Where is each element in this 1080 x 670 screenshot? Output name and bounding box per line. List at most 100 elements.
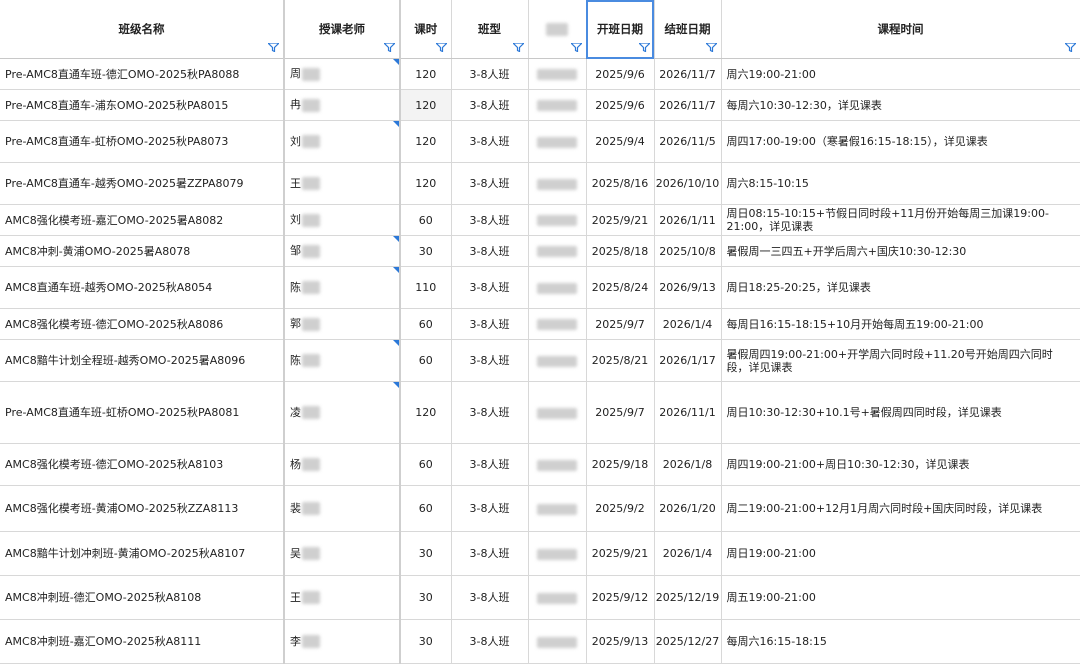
table-row[interactable]: AMC8冲刺班-嘉汇OMO-2025秋A8111 李 30 3-8人班 2025/9/1… [0,619,1080,664]
cell-class-name[interactable]: AMC8直通车班-越秀OMO-2025秋A8054 [0,266,285,309]
table-row[interactable]: AMC8冲刺-黄浦OMO-2025暑A8078 邹 30 3-8人班 2025/8/18… [0,235,1080,267]
cell-redacted[interactable] [528,485,587,532]
cell-teacher[interactable]: 刘 [284,204,401,236]
cell-start-date[interactable]: 2025/9/6 [586,89,655,121]
cell-teacher[interactable]: 李 [284,619,401,664]
cell-hours[interactable]: 60 [400,204,452,236]
header-redacted[interactable] [528,0,587,59]
cell-class-name[interactable]: AMC8黯牛计划冲刺班-黄浦OMO-2025秋A8107 [0,531,285,576]
cell-start-date[interactable]: 2025/9/18 [586,443,655,486]
cell-schedule[interactable]: 周日10:30-12:30+10.1号+暑假周四同时段，详见课表 [721,381,1080,444]
cell-hours[interactable]: 60 [400,308,452,340]
table-row[interactable]: Pre-AMC8直通车-越秀OMO-2025暑ZZPA8079 王 120 3-8人班… [0,162,1080,205]
cell-class-type[interactable]: 3-8人班 [451,381,529,444]
cell-class-name[interactable]: Pre-AMC8直通车班-虹桥OMO-2025秋PA8081 [0,381,285,444]
table-row[interactable]: Pre-AMC8直通车班-德汇OMO-2025秋PA8088 周 120 3-8人班 2… [0,58,1080,90]
cell-hours[interactable]: 120 [400,381,452,444]
cell-end-date[interactable]: 2026/1/4 [654,531,722,576]
cell-schedule[interactable]: 每周日16:15-18:15+10月开始每周五19:00-21:00 [721,308,1080,340]
cell-start-date[interactable]: 2025/9/21 [586,204,655,236]
cell-schedule[interactable]: 周四17:00-19:00（寒暑假16:15-18:15），详见课表 [721,120,1080,163]
cell-schedule[interactable]: 周二19:00-21:00+12月1月周六同时段+国庆同时段，详见课表 [721,485,1080,532]
cell-redacted[interactable] [528,204,587,236]
cell-schedule[interactable]: 周日18:25-20:25，详见课表 [721,266,1080,309]
cell-teacher[interactable]: 杨 [284,443,401,486]
cell-schedule[interactable]: 每周六10:30-12:30，详见课表 [721,89,1080,121]
table-row[interactable]: AMC8强化模考班-德汇OMO-2025秋A8103 杨 60 3-8人班 2025/9… [0,443,1080,486]
filter-icon[interactable] [384,43,395,52]
cell-end-date[interactable]: 2026/9/13 [654,266,722,309]
cell-class-type[interactable]: 3-8人班 [451,575,529,620]
cell-class-type[interactable]: 3-8人班 [451,308,529,340]
filter-icon[interactable] [512,43,524,52]
cell-end-date[interactable]: 2025/10/8 [654,235,722,267]
cell-end-date[interactable]: 2025/12/19 [654,575,722,620]
cell-redacted[interactable] [528,443,587,486]
cell-end-date[interactable]: 2026/1/8 [654,443,722,486]
cell-hours[interactable]: 120 [400,162,452,205]
cell-redacted[interactable] [528,162,587,205]
cell-class-name[interactable]: Pre-AMC8直通车-虹桥OMO-2025秋PA8073 [0,120,285,163]
cell-hours[interactable]: 120 [400,58,452,90]
table-row[interactable]: AMC8强化模考班-黄浦OMO-2025秋ZZA8113 裴 60 3-8人班 2025… [0,485,1080,532]
cell-class-name[interactable]: AMC8冲刺班-嘉汇OMO-2025秋A8111 [0,619,285,664]
cell-teacher[interactable]: 凌 [284,381,401,444]
cell-class-type[interactable]: 3-8人班 [451,89,529,121]
cell-class-name[interactable]: AMC8强化模考班-嘉汇OMO-2025暑A8082 [0,204,285,236]
header-start-date[interactable]: 开班日期 [586,0,655,59]
cell-schedule[interactable]: 周六8:15-10:15 [721,162,1080,205]
cell-teacher[interactable]: 吴 [284,531,401,576]
cell-class-name[interactable]: AMC8冲刺-黄浦OMO-2025暑A8078 [0,235,285,267]
table-row[interactable]: AMC8直通车班-越秀OMO-2025秋A8054 陈 110 3-8人班 2025/8… [0,266,1080,309]
cell-start-date[interactable]: 2025/8/21 [586,339,655,382]
cell-end-date[interactable]: 2026/11/7 [654,89,722,121]
cell-class-name[interactable]: AMC8黯牛计划全程班-越秀OMO-2025暑A8096 [0,339,285,382]
cell-redacted[interactable] [528,381,587,444]
table-row[interactable]: Pre-AMC8直通车-浦东OMO-2025秋PA8015 冉 120 3-8人班 20… [0,89,1080,121]
table-row[interactable]: AMC8强化模考班-嘉汇OMO-2025暑A8082 刘 60 3-8人班 2025/9… [0,204,1080,236]
cell-schedule[interactable]: 周日19:00-21:00 [721,531,1080,576]
cell-teacher[interactable]: 裴 [284,485,401,532]
cell-teacher[interactable]: 陈 [284,339,401,382]
cell-redacted[interactable] [528,308,587,340]
table-row[interactable]: AMC8强化模考班-德汇OMO-2025秋A8086 郭 60 3-8人班 2025/9… [0,308,1080,340]
cell-class-type[interactable]: 3-8人班 [451,266,529,309]
cell-redacted[interactable] [528,235,587,267]
cell-hours[interactable]: 30 [400,619,452,664]
cell-redacted[interactable] [528,89,587,121]
cell-end-date[interactable]: 2026/10/10 [654,162,722,205]
header-hours[interactable]: 课时 [400,0,452,59]
cell-class-type[interactable]: 3-8人班 [451,120,529,163]
cell-class-name[interactable]: AMC8强化模考班-黄浦OMO-2025秋ZZA8113 [0,485,285,532]
cell-redacted[interactable] [528,120,587,163]
cell-schedule[interactable]: 周四19:00-21:00+周日10:30-12:30，详见课表 [721,443,1080,486]
cell-redacted[interactable] [528,619,587,664]
filter-icon[interactable] [435,43,447,52]
table-row[interactable]: AMC8黯牛计划冲刺班-黄浦OMO-2025秋A8107 吴 30 3-8人班 2025… [0,531,1080,576]
cell-hours[interactable]: 60 [400,443,452,486]
cell-end-date[interactable]: 2026/1/20 [654,485,722,532]
filter-icon[interactable] [570,43,582,52]
header-class-name[interactable]: 班级名称 [0,0,285,59]
cell-redacted[interactable] [528,575,587,620]
cell-schedule[interactable]: 暑假周一三四五+开学后周六+国庆10:30-12:30 [721,235,1080,267]
cell-hours[interactable]: 30 [400,235,452,267]
cell-teacher[interactable]: 刘 [284,120,401,163]
cell-class-name[interactable]: AMC8强化模考班-德汇OMO-2025秋A8086 [0,308,285,340]
cell-class-type[interactable]: 3-8人班 [451,339,529,382]
header-schedule[interactable]: 课程时间 [721,0,1080,59]
cell-class-type[interactable]: 3-8人班 [451,204,529,236]
cell-class-name[interactable]: Pre-AMC8直通车班-德汇OMO-2025秋PA8088 [0,58,285,90]
filter-icon[interactable] [268,43,279,52]
cell-hours[interactable]: 30 [400,531,452,576]
filter-icon[interactable] [705,43,717,52]
cell-start-date[interactable]: 2025/8/16 [586,162,655,205]
cell-class-type[interactable]: 3-8人班 [451,58,529,90]
cell-end-date[interactable]: 2026/1/17 [654,339,722,382]
cell-start-date[interactable]: 2025/8/24 [586,266,655,309]
cell-teacher[interactable]: 陈 [284,266,401,309]
cell-teacher[interactable]: 王 [284,162,401,205]
header-teacher[interactable]: 授课老师 [284,0,401,59]
cell-class-name[interactable]: Pre-AMC8直通车-浦东OMO-2025秋PA8015 [0,89,285,121]
cell-end-date[interactable]: 2026/11/5 [654,120,722,163]
